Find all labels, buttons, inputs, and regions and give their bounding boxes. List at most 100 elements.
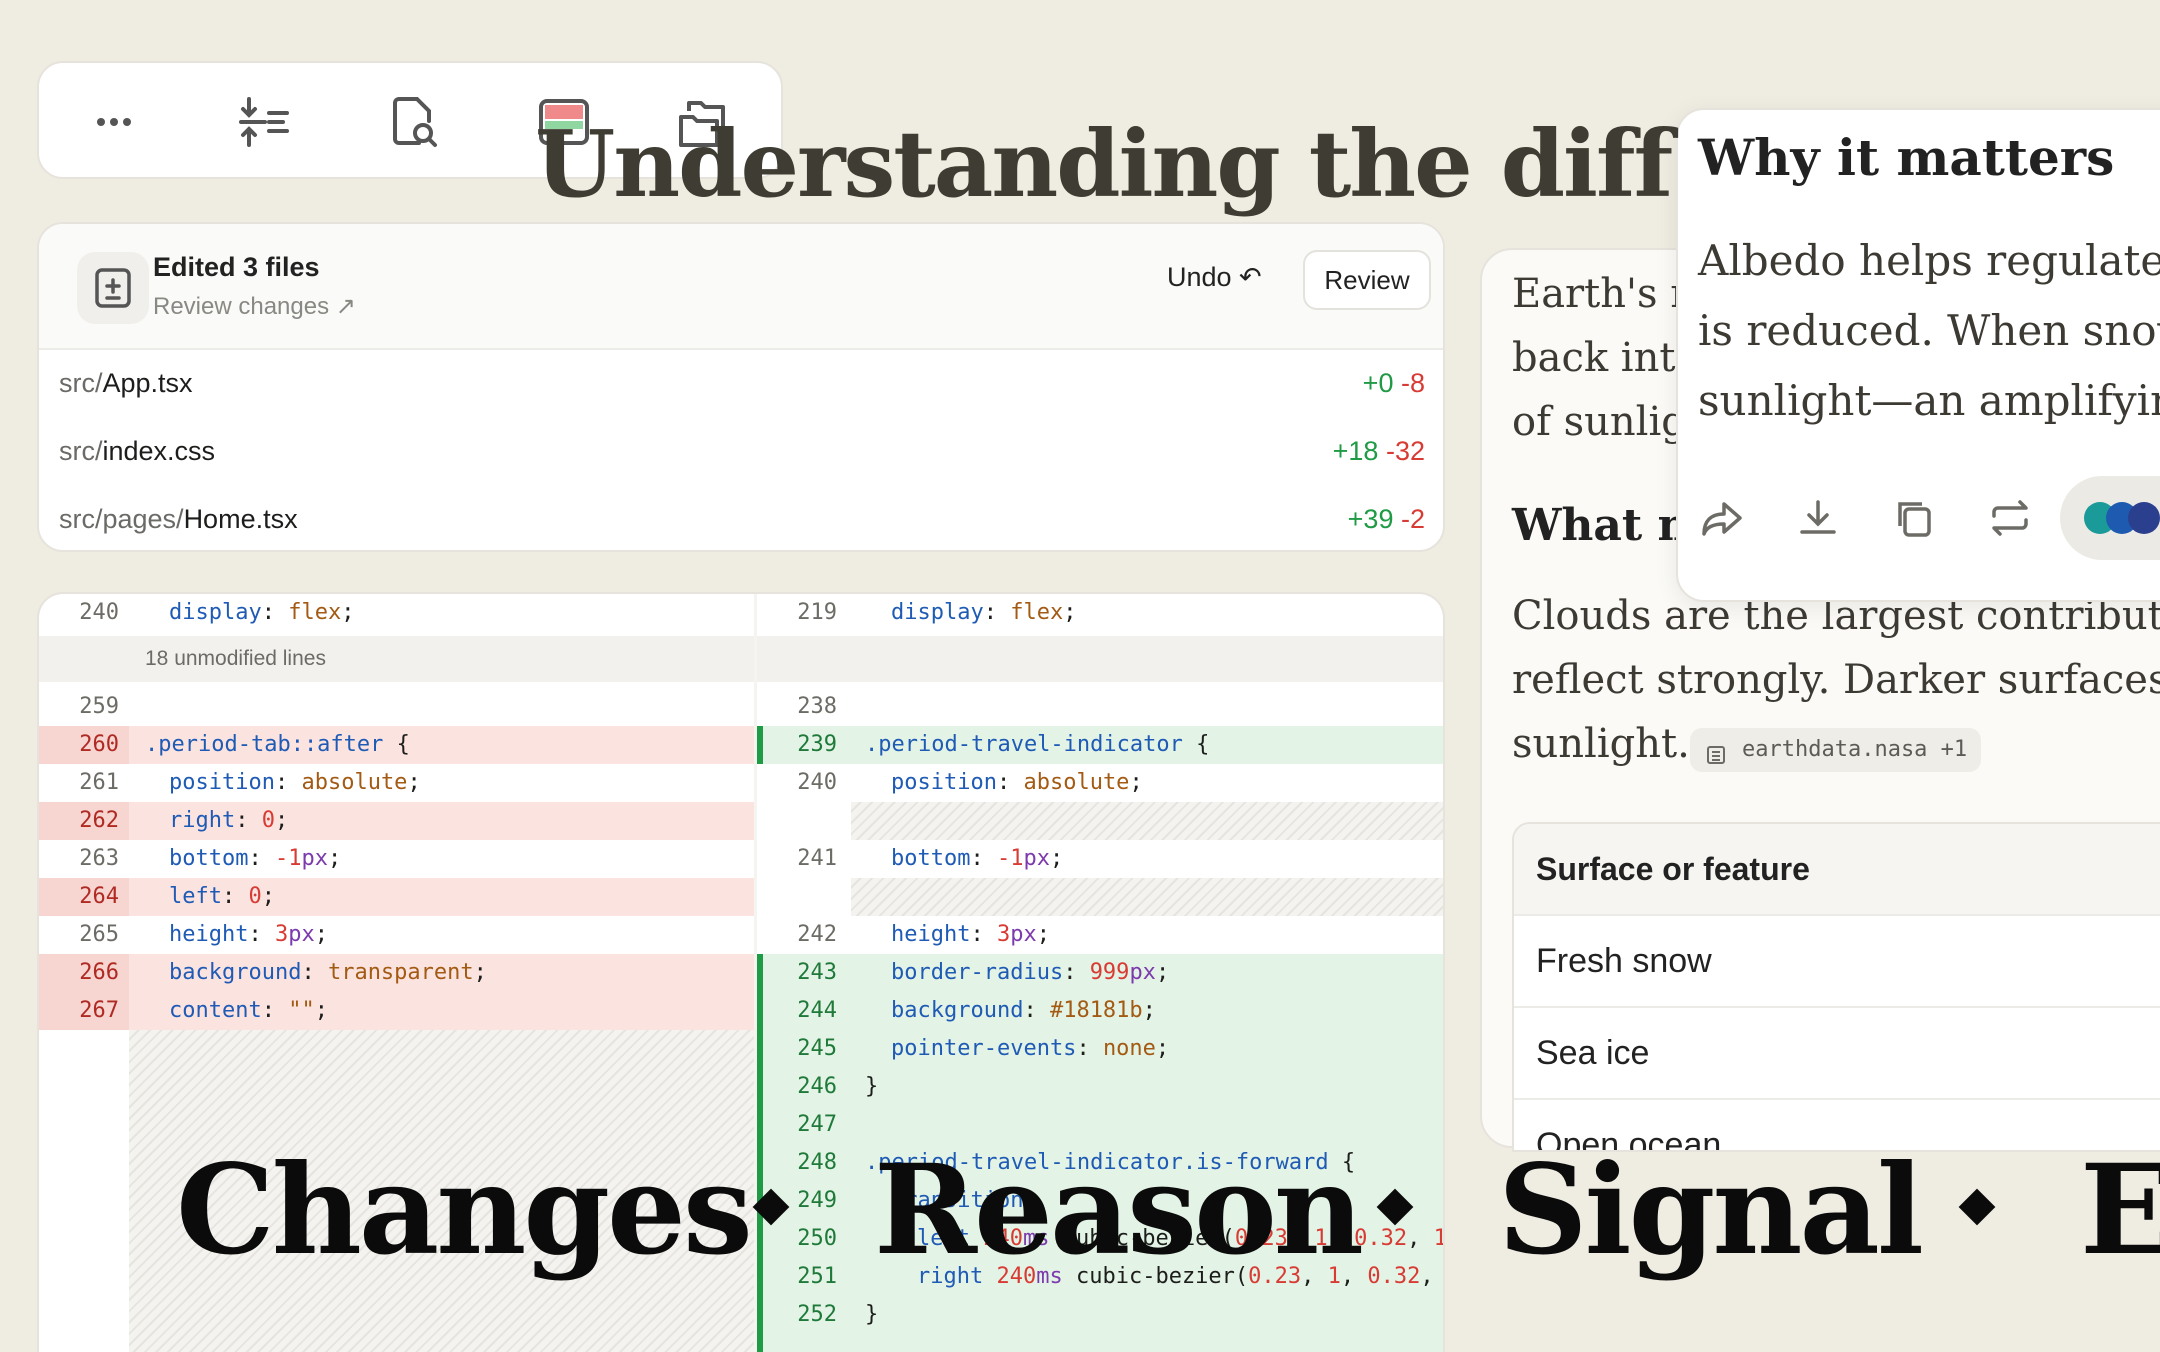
line-number: 244 [797,998,837,1023]
table-header: Surface or feature [1514,824,2160,916]
avatar-group[interactable] [2060,476,2160,560]
building-icon [1704,738,1728,764]
page-title: Understanding the diff [535,110,1673,218]
file-name: App.tsx [102,368,193,398]
source-label: earthdata.nasa +1 [1742,737,1968,762]
line-number: 267 [79,998,119,1023]
files-header: Edited 3 files Review changes ↗ Undo ↶ R… [39,224,1443,350]
edit-file-icon [77,252,149,324]
edited-files-title: Edited 3 files [153,252,320,282]
lines-added: +0 [1362,368,1394,398]
code-line: background: #18181b; [891,998,1156,1023]
copy-icon[interactable] [1890,494,1938,542]
share-icon[interactable] [1698,494,1746,542]
more-icon[interactable] [85,93,143,151]
removed-line-bg [39,802,754,840]
code-line: transition: [891,1188,1037,1213]
review-button[interactable]: Review [1303,250,1431,310]
file-row[interactable]: src/App.tsx +0 -8 [39,350,1443,418]
code-line: } [865,1074,879,1099]
line-number: 261 [79,770,119,795]
line-number: 238 [797,694,837,719]
code-line: height: 3px; [169,922,328,947]
lines-added: +18 [1332,436,1379,466]
file-name: Home.tsx [183,504,298,534]
popup-text: Albedo helps regulate c [1698,236,2160,285]
lines-removed: -2 [1400,504,1425,534]
file-dir: src/ [59,436,103,466]
table-row: Open ocean [1514,1100,2160,1150]
file-name: index.css [102,436,216,466]
line-number: 262 [79,808,119,833]
source-chip[interactable]: earthdata.nasa +1 [1690,728,1982,772]
line-number: 249 [797,1188,837,1213]
code-line: left: 0; [169,884,275,909]
edited-files-card: Edited 3 files Review changes ↗ Undo ↶ R… [37,222,1445,552]
download-icon[interactable] [1794,494,1842,542]
undo-button[interactable]: Undo ↶ [1167,262,1262,293]
code-line: } [865,1302,879,1327]
code-line: pointer-events: none; [891,1036,1170,1061]
code-line: position: absolute; [169,770,421,795]
collapse-lines-icon[interactable] [235,93,293,151]
table-row: Sea ice [1514,1008,2160,1100]
line-number: 259 [79,694,119,719]
lines-added: +39 [1347,504,1394,534]
article-text: reflect strongly. Darker surfaces—e [1512,657,2160,703]
line-number: 243 [797,960,837,985]
empty-left-area [129,1030,754,1352]
line-number: 252 [797,1302,837,1327]
review-changes-link[interactable]: Review changes ↗ [153,292,356,321]
repeat-icon[interactable] [1986,494,2034,542]
code-line: content: ""; [169,998,328,1023]
lines-removed: -32 [1385,436,1425,466]
article-text: back into [1512,335,1700,381]
line-number: 219 [797,600,837,625]
article-text: sunlight. [1512,721,1690,767]
line-number: 265 [79,922,119,947]
code-line: border-radius: 999px; [891,960,1170,985]
popup-text: is reduced. When snow [1698,306,2160,355]
line-number: 240 [79,600,119,625]
why-it-matters-popup: Why it matters Albedo helps regulate c i… [1676,108,2160,602]
lines-removed: -8 [1400,368,1425,398]
line-number: 246 [797,1074,837,1099]
code-line: position: absolute; [891,770,1143,795]
code-line: display: flex; [169,600,355,625]
table-row: Fresh snow [1514,916,2160,1008]
line-number: 264 [79,884,119,909]
code-line: display: flex; [891,600,1077,625]
code-line: background: transparent; [169,960,487,985]
code-line: right: 0; [169,808,289,833]
banner-word: E [2080,1138,2160,1283]
line-number: 239 [797,732,837,757]
removed-line-bg [39,878,754,916]
albedo-table: Surface or feature Fresh snow Sea ice Op… [1512,822,2160,1152]
search-file-icon[interactable] [385,93,443,151]
line-number: 263 [79,846,119,871]
line-number: 250 [797,1226,837,1251]
line-number: 260 [79,732,119,757]
line-number: 248 [797,1150,837,1175]
empty-right-line [851,878,1443,916]
popup-text: sunlight—an amplifyin [1698,376,2160,425]
code-line: bottom: -1px; [891,846,1064,871]
line-number: 247 [797,1112,837,1137]
file-row[interactable]: src/pages/Home.tsx +39 -2 [39,486,1443,550]
code-line: .period-travel-indicator.is-forward { [865,1150,1356,1175]
code-line: right 240ms cubic-bezier(0.23, 1, 0.32, … [917,1264,1445,1289]
code-line: left 240ms cubic-bezier(0.23, 1, 0.32, 1… [917,1226,1443,1251]
line-number: 251 [797,1264,837,1289]
file-row[interactable]: src/index.css +18 -32 [39,418,1443,486]
diamond-separator [1958,1188,1996,1226]
code-line: bottom: -1px; [169,846,342,871]
file-dir: src/ [59,368,103,398]
empty-right-line [851,802,1443,840]
file-dir: src/pages/ [59,504,184,534]
popup-title: Why it matters [1698,128,2115,187]
diff-view: 240 259 260 261 262 263 264 265 266 267 … [37,592,1445,1352]
line-number: 241 [797,846,837,871]
banner-word: Signal [1498,1138,1924,1283]
unmodified-lines-label[interactable]: 18 unmodified lines [145,640,326,678]
line-number: 240 [797,770,837,795]
